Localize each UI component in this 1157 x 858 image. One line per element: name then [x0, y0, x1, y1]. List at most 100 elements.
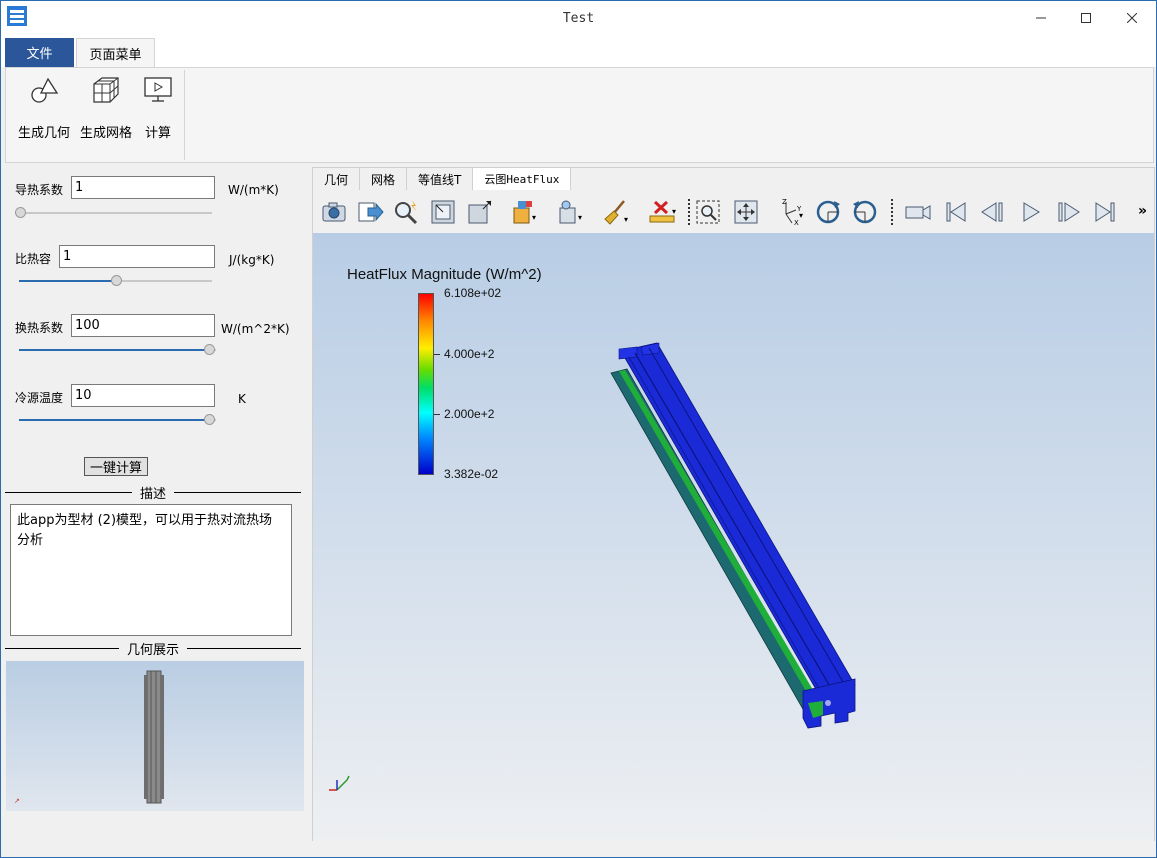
svg-text:X: X	[794, 219, 799, 226]
slider-thumb[interactable]	[204, 344, 215, 355]
ribbon-tab-bar: 文件 页面菜单	[1, 37, 1156, 67]
generate-geometry-button[interactable]: 生成几何	[16, 74, 72, 141]
param-label-cold-temp: 冷源温度	[15, 391, 64, 405]
record-button[interactable]	[903, 197, 933, 227]
window-title: Test	[562, 11, 595, 26]
svg-text:▾: ▾	[532, 213, 536, 222]
svg-text:Z: Z	[782, 198, 787, 206]
generate-geometry-label: 生成几何	[17, 126, 70, 141]
toolbar-overflow-icon[interactable]: »	[1138, 203, 1147, 219]
export-icon	[358, 202, 384, 222]
svg-text:▾: ▾	[578, 213, 582, 222]
ribbon-panel: 生成几何 生成网格 计算	[5, 67, 1154, 163]
zoom-box-button[interactable]	[693, 197, 723, 227]
tab-contour-t[interactable]: 等值线T	[407, 168, 474, 190]
htc-slider[interactable]	[19, 344, 216, 356]
heat-capacity-input[interactable]	[59, 245, 215, 268]
param-label-conductivity: 导热系数	[15, 183, 64, 197]
maximize-button[interactable]	[1063, 1, 1109, 35]
svg-text:↗: ↗	[14, 797, 20, 805]
compute-button[interactable]: 计算	[138, 74, 178, 141]
pan-icon	[734, 200, 758, 224]
minimize-button[interactable]	[1018, 1, 1064, 35]
compute-icon	[144, 77, 172, 102]
reset-view-button[interactable]	[428, 197, 458, 227]
description-group-title: 描述	[5, 484, 302, 502]
generate-mesh-label: 生成网格	[79, 126, 132, 141]
geometry-preview[interactable]: ↗	[6, 661, 304, 811]
geometry-icon	[31, 77, 59, 103]
slider-thumb[interactable]	[111, 275, 122, 286]
previous-frame-icon	[981, 202, 1003, 222]
ruler-icon: ▾	[649, 200, 676, 223]
cold-temp-input[interactable]	[71, 384, 215, 407]
one-click-compute-button[interactable]: 一键计算	[84, 457, 148, 476]
clear-button[interactable]: ▾	[601, 197, 631, 227]
axes-icon: ZYX▾	[782, 198, 803, 226]
last-frame-button[interactable]	[1090, 197, 1120, 227]
tab-file[interactable]: 文件	[5, 38, 74, 67]
svg-text:▾: ▾	[799, 211, 803, 220]
geometry-group-title: 几何展示	[5, 640, 302, 658]
rotate-ccw-button[interactable]	[850, 197, 880, 227]
broom-icon: ▾	[604, 200, 628, 225]
description-text[interactable]: 此app为型材 (2)模型，可以用于热对流热场分析	[10, 504, 292, 636]
htc-unit: W/(m^2*K)	[221, 322, 290, 336]
axes-button[interactable]: Z Y X ▾	[775, 197, 805, 227]
first-frame-button[interactable]	[941, 197, 971, 227]
conductivity-slider[interactable]	[15, 207, 212, 219]
video-camera-icon	[905, 205, 931, 220]
camera-icon	[322, 202, 346, 222]
cold-temp-slider[interactable]	[19, 414, 216, 426]
generate-mesh-button[interactable]: 生成网格	[78, 74, 134, 141]
tab-page-menu[interactable]: 页面菜单	[76, 38, 155, 67]
close-icon	[1127, 13, 1137, 23]
measure-button[interactable]: ▾	[647, 197, 677, 227]
tab-mesh[interactable]: 网格	[360, 168, 408, 190]
close-button[interactable]	[1109, 1, 1155, 35]
next-frame-icon	[1058, 202, 1080, 222]
ribbon-separator	[184, 70, 185, 160]
heat-capacity-slider[interactable]	[19, 275, 212, 287]
first-frame-icon	[946, 202, 966, 222]
rotate-ccw-icon	[853, 200, 877, 224]
toolbar-separator	[891, 199, 893, 225]
previous-frame-button[interactable]	[978, 197, 1008, 227]
fit-view-icon	[468, 200, 492, 224]
conductivity-input[interactable]	[71, 176, 215, 199]
conductivity-unit: W/(m*K)	[228, 183, 279, 197]
last-frame-icon	[1095, 202, 1115, 222]
rotate-cw-icon	[816, 200, 840, 224]
geometry-view-title: 几何展示	[127, 642, 180, 658]
fit-view-button[interactable]	[465, 197, 495, 227]
lighting-button[interactable]: ▾	[555, 197, 585, 227]
render-viewport[interactable]: HeatFlux Magnitude (W/m^2) 6.108e+02 4.0…	[313, 233, 1154, 841]
maximize-icon	[1081, 13, 1091, 23]
zoom-icon	[395, 200, 418, 225]
rotate-cw-button[interactable]	[813, 197, 843, 227]
next-frame-button[interactable]	[1053, 197, 1083, 227]
svg-text:▾: ▾	[624, 215, 628, 224]
cube-color-icon: ▾	[513, 201, 536, 224]
slider-thumb[interactable]	[204, 414, 215, 425]
play-button[interactable]	[1016, 197, 1046, 227]
pan-button[interactable]	[731, 197, 761, 227]
view-tab-bar: 几何 网格 等值线T 云图HeatFlux	[313, 168, 572, 190]
slider-thumb[interactable]	[15, 207, 26, 218]
visualization-panel: 几何 网格 等值线T 云图HeatFlux ▾ ▾ ▾ ▾ Z Y X ▾ » …	[312, 167, 1155, 841]
zoom-button[interactable]	[391, 197, 421, 227]
zoom-box-icon	[696, 200, 720, 224]
tab-geometry[interactable]: 几何	[313, 168, 361, 190]
tab-heatflux[interactable]: 云图HeatFlux	[473, 168, 572, 190]
screenshot-button[interactable]	[319, 197, 349, 227]
play-icon	[1023, 202, 1040, 222]
export-button[interactable]	[355, 197, 385, 227]
parameter-panel: 导热系数 W/(m*K) 比热容 J/(kg*K) 换热系数 W/(m^2*K)…	[5, 167, 307, 815]
param-label-htc: 换热系数	[15, 321, 64, 335]
cube-light-icon: ▾	[559, 200, 582, 224]
htc-input[interactable]	[71, 314, 215, 337]
display-mode-button[interactable]: ▾	[509, 197, 539, 227]
geometry-model-image: ↗	[14, 670, 164, 805]
minimize-icon	[1036, 17, 1046, 19]
toolbar-separator	[688, 199, 690, 225]
